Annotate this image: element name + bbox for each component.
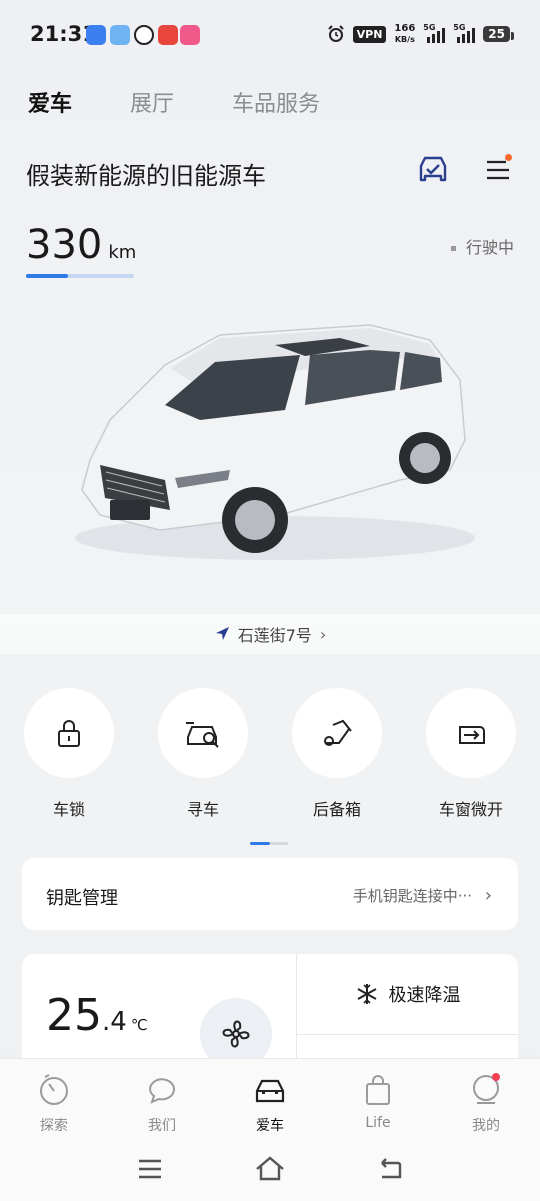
window-icon xyxy=(459,726,485,744)
nav-label: 爱车 xyxy=(256,1118,284,1134)
app-notification-icon xyxy=(180,25,200,45)
quick-actions: 车锁 寻车 后备箱 车窗微开 xyxy=(0,688,540,820)
bottom-navigation: 探索 我们 爱车 Life 我的 xyxy=(0,1058,540,1201)
nav-label: 我的 xyxy=(472,1118,500,1134)
app-notification-icon xyxy=(86,25,106,45)
vpn-badge: VPN xyxy=(352,25,387,43)
home-icon[interactable] xyxy=(250,1149,290,1189)
signal-icon: 5G xyxy=(423,23,446,43)
temp-decimal: .4 xyxy=(102,1007,127,1037)
snowflake-icon xyxy=(357,984,376,1004)
key-status-text: 手机钥匙连接中··· xyxy=(352,887,473,905)
network-type: 5G xyxy=(453,23,466,32)
car-icon xyxy=(255,1079,285,1103)
window-button[interactable] xyxy=(426,688,516,778)
wechat-icon xyxy=(134,25,154,45)
temp-integer: 25 xyxy=(46,990,102,1041)
back-icon[interactable] xyxy=(370,1149,410,1189)
range-value: 330 xyxy=(26,222,103,268)
temperature-display: 25.4 ℃ xyxy=(46,990,148,1041)
speed-unit: KB/s xyxy=(394,35,415,44)
status-bar: 21:31 VPN 166 KB/s 5G 5G 25 xyxy=(0,0,540,70)
nav-label: Life xyxy=(365,1115,391,1131)
quick-cool-label: 极速降温 xyxy=(388,985,461,1006)
action-lock[interactable]: 车锁 xyxy=(9,688,129,820)
nav-life[interactable]: Life xyxy=(338,1073,418,1131)
explore-icon xyxy=(40,1074,68,1105)
chevron-right-icon: › xyxy=(484,885,492,906)
tab-car-services[interactable]: 车品服务 xyxy=(232,86,320,118)
temp-unit: ℃ xyxy=(130,1016,148,1034)
fan-icon xyxy=(222,1020,250,1048)
key-management-card[interactable]: 钥匙管理 手机钥匙连接中··· › xyxy=(22,858,518,930)
app-notification-icon xyxy=(110,25,130,45)
car-location[interactable]: 石莲街7号 › xyxy=(0,614,540,654)
nav-explore[interactable]: 探索 xyxy=(14,1073,94,1135)
range-unit: km xyxy=(108,242,137,263)
quick-cool-button[interactable]: 极速降温 xyxy=(297,954,518,1034)
action-find-car[interactable]: 寻车 xyxy=(143,688,263,820)
trunk-icon xyxy=(324,719,352,746)
network-speed: 166 KB/s xyxy=(394,23,415,45)
location-text: 石莲街7号 xyxy=(237,626,312,645)
action-label: 后备箱 xyxy=(312,800,361,819)
key-management-title: 钥匙管理 xyxy=(46,888,118,909)
nav-my-car[interactable]: 爱车 xyxy=(230,1073,310,1135)
drive-status: 行驶中 xyxy=(451,234,514,258)
recent-apps-icon[interactable] xyxy=(130,1149,170,1189)
divider xyxy=(297,1034,518,1035)
vehicle-check-icon[interactable] xyxy=(416,154,450,186)
trunk-button[interactable] xyxy=(292,688,382,778)
page-indicator xyxy=(250,830,290,845)
shopping-bag-icon xyxy=(366,1075,390,1105)
find-car-button[interactable] xyxy=(158,688,248,778)
navigation-arrow-icon xyxy=(215,627,229,640)
app-notification-icon xyxy=(158,25,178,45)
menu-icon[interactable] xyxy=(484,154,512,184)
range-bar xyxy=(26,274,134,278)
action-window[interactable]: 车窗微开 xyxy=(411,688,531,820)
nav-profile[interactable]: 我的 xyxy=(446,1073,526,1135)
car-name: 假装新能源的旧能源车 xyxy=(26,162,266,190)
top-tabs: 爱车 展厅 车品服务 xyxy=(28,86,320,118)
action-label: 车窗微开 xyxy=(438,800,503,819)
find-car-icon xyxy=(186,722,219,748)
lock-button[interactable] xyxy=(24,688,114,778)
network-type: 5G xyxy=(423,23,436,32)
chevron-right-icon: › xyxy=(319,624,327,644)
tab-showroom[interactable]: 展厅 xyxy=(130,86,174,118)
battery-icon: 25 xyxy=(483,26,514,42)
nav-label: 我们 xyxy=(148,1118,176,1134)
car-image xyxy=(75,324,475,560)
lock-icon xyxy=(58,720,80,747)
action-trunk[interactable]: 后备箱 xyxy=(277,688,397,820)
notification-dot xyxy=(505,154,512,161)
nav-label: 探索 xyxy=(40,1118,68,1134)
action-label: 车锁 xyxy=(52,800,85,819)
tab-my-car[interactable]: 爱车 xyxy=(28,86,72,118)
key-status: 手机钥匙连接中··· › xyxy=(353,885,492,906)
range-bar-fill xyxy=(26,274,69,278)
signal-icon: 5G xyxy=(453,23,476,43)
chat-icon xyxy=(148,1078,175,1104)
range-display: 330 km xyxy=(26,222,136,268)
nav-community[interactable]: 我们 xyxy=(122,1073,202,1135)
speed-value: 166 xyxy=(394,23,416,34)
action-label: 寻车 xyxy=(186,800,219,819)
notification-dot xyxy=(492,1073,500,1081)
alarm-icon xyxy=(327,25,344,42)
